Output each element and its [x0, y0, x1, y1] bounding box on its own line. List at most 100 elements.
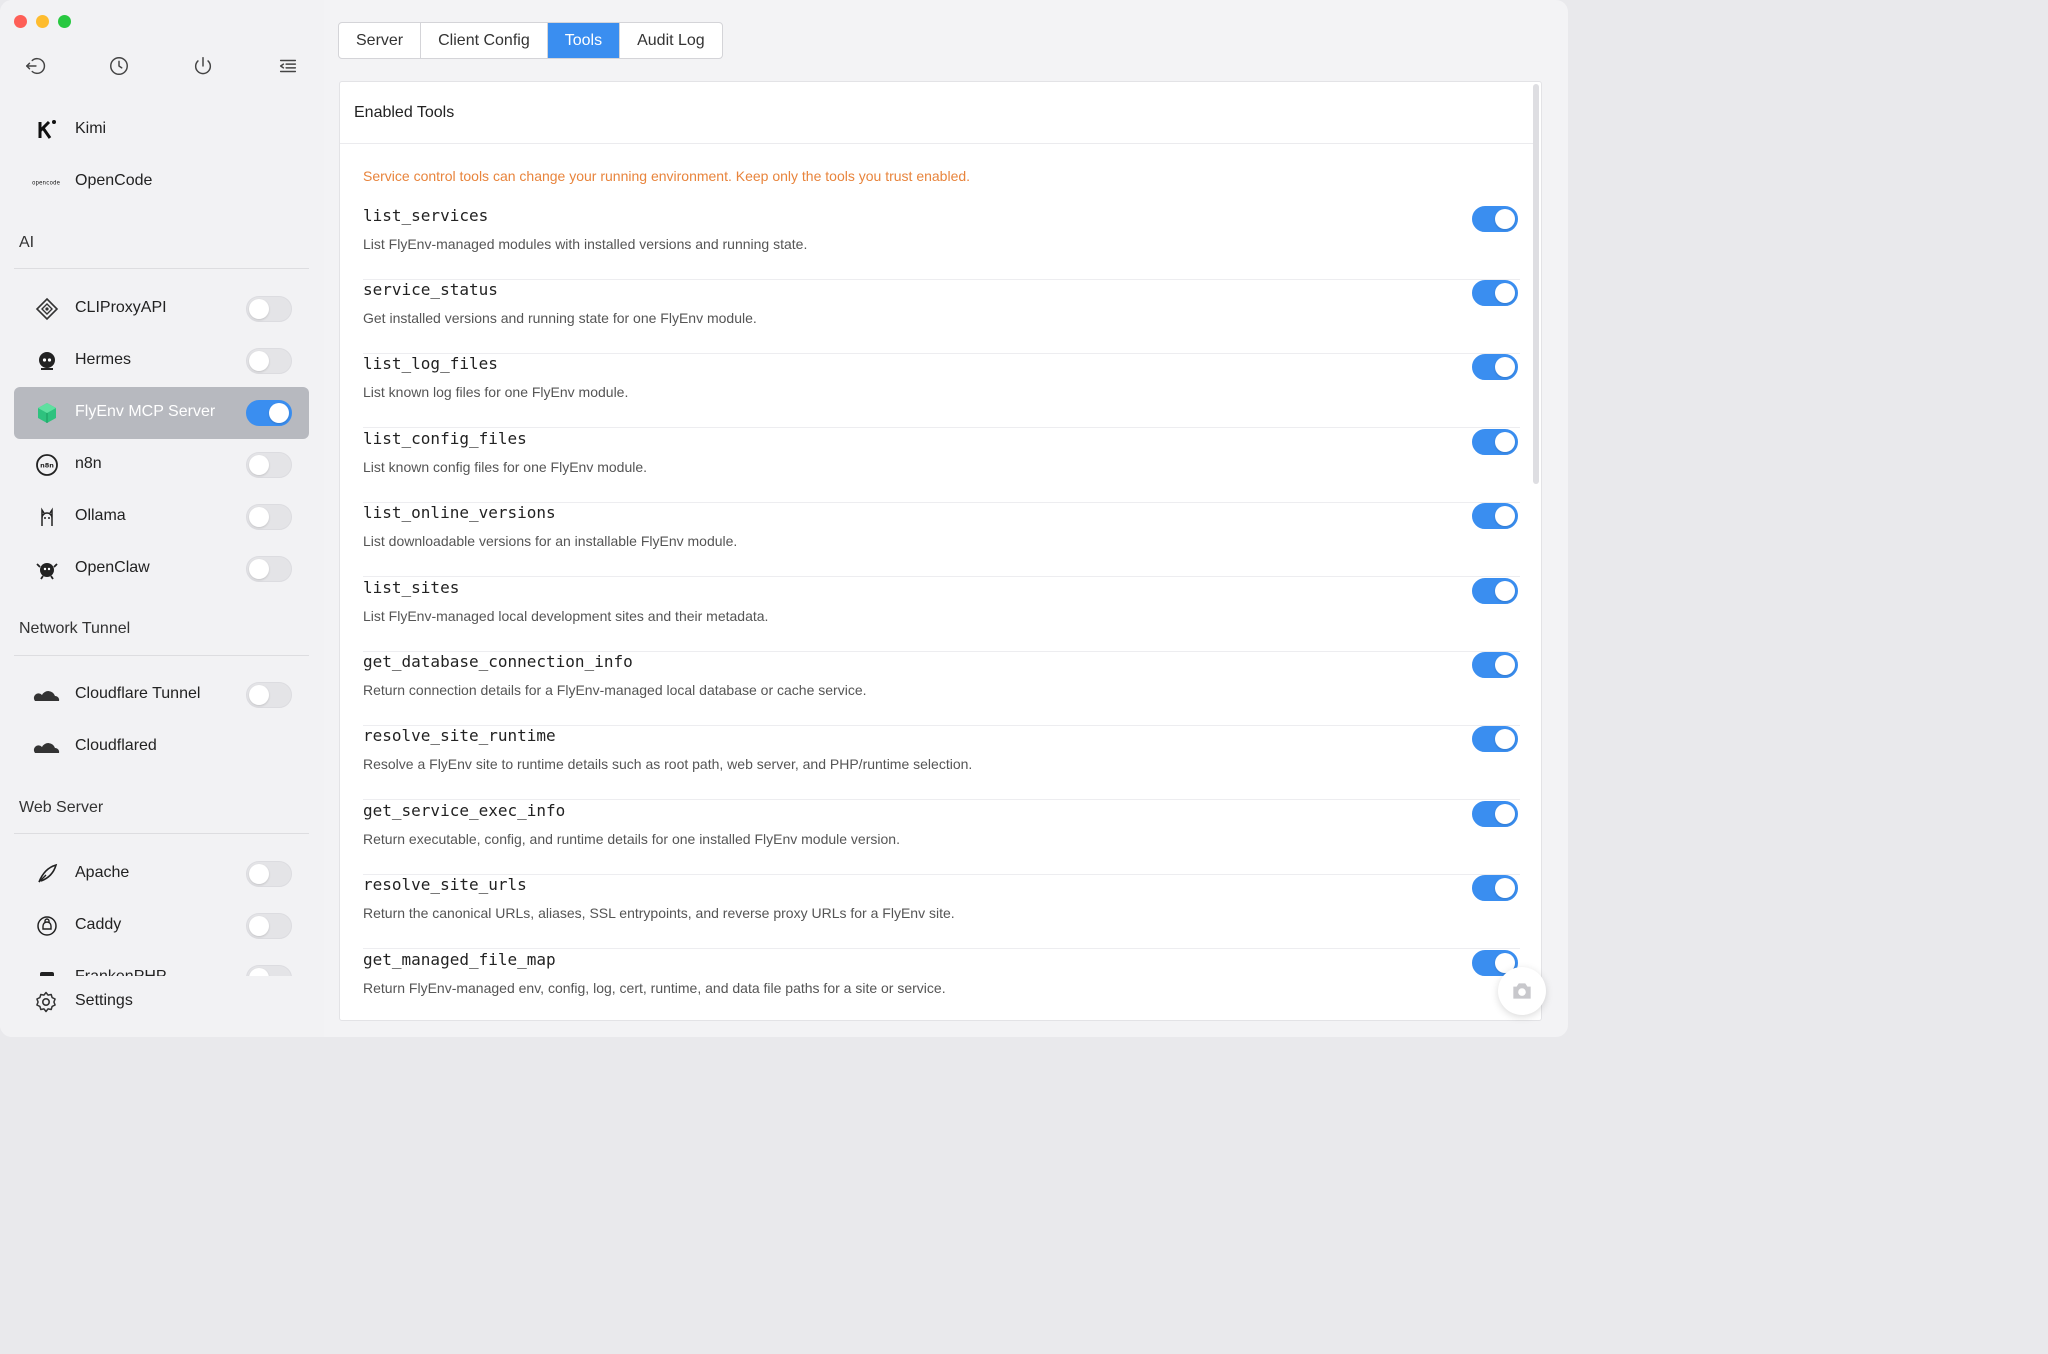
hermes-icon [32, 348, 62, 374]
scrollbar[interactable] [1533, 84, 1539, 484]
tool-row: get_service_exec_info Return executable,… [363, 801, 1520, 875]
tool-name: list_log_files [363, 354, 498, 373]
sidebar-item-label: FlyEnv MCP Server [75, 403, 216, 420]
warning-message: Service control tools can change your ru… [363, 168, 971, 184]
cloudflare-icon [32, 682, 62, 708]
close-window-button[interactable] [14, 15, 27, 28]
sidebar-item-apache[interactable]: Apache [14, 848, 309, 900]
sidebar-item-cloudflare-tunnel[interactable]: Cloudflare Tunnel [14, 669, 309, 721]
sidebar-item-cliproxyapi[interactable]: CLIProxyAPI [14, 283, 309, 335]
tool-description: List FlyEnv-managed local development si… [363, 608, 769, 624]
tool-name: resolve_site_runtime [363, 726, 556, 745]
tool-toggle[interactable] [1472, 726, 1518, 752]
tool-row: list_online_versions List downloadable v… [363, 503, 1520, 577]
tab-audit-log[interactable]: Audit Log [620, 23, 722, 58]
tool-toggle[interactable] [1472, 354, 1518, 380]
section-divider [14, 268, 309, 269]
cloudflare-tunnel-toggle[interactable] [246, 682, 292, 708]
clock-icon[interactable] [105, 52, 133, 80]
section-title-web-server: Web Server [19, 799, 104, 816]
tool-row: list_config_files List known config file… [363, 429, 1520, 503]
flyenv-mcp-server-toggle[interactable] [246, 400, 292, 426]
section-title-ai: AI [19, 234, 35, 251]
sidebar-toolbar [20, 52, 310, 80]
menu-collapse-icon[interactable] [274, 52, 302, 80]
app-window: Kimi opencode OpenCode AI CLIProxyAPI He… [0, 0, 1568, 1037]
traffic-lights [14, 15, 71, 28]
sidebar-item-label: Kimi [75, 120, 107, 137]
tab-client-config[interactable]: Client Config [421, 23, 548, 58]
back-icon[interactable] [21, 52, 49, 80]
tool-toggle[interactable] [1472, 280, 1518, 306]
cloudflare-icon [32, 734, 62, 760]
section-divider [14, 833, 309, 834]
tool-description: Return FlyEnv-managed env, config, log, … [363, 980, 946, 996]
tool-toggle[interactable] [1472, 801, 1518, 827]
tab-server[interactable]: Server [339, 23, 422, 58]
tool-row: list_log_files List known log files for … [363, 354, 1520, 428]
tool-toggle[interactable] [1472, 652, 1518, 678]
camera-icon [1513, 983, 1531, 999]
sidebar-item-n8n[interactable]: n8n n8n [14, 439, 309, 491]
tool-row: get_managed_file_map Return FlyEnv-manag… [363, 950, 1520, 1020]
power-icon[interactable] [189, 52, 217, 80]
tool-description: Resolve a FlyEnv site to runtime details… [363, 756, 973, 772]
tool-name: get_database_connection_info [363, 652, 633, 671]
apache-feather-icon [32, 861, 62, 887]
tool-toggle[interactable] [1472, 578, 1518, 604]
minimize-window-button[interactable] [36, 15, 49, 28]
openclaw-icon [32, 556, 62, 582]
panel-title: Enabled Tools [354, 104, 455, 121]
screenshot-button[interactable] [1498, 967, 1546, 1015]
tool-name: get_managed_file_map [363, 950, 556, 969]
openclaw-toggle[interactable] [246, 556, 292, 582]
tool-name: service_status [363, 280, 498, 299]
tool-toggle[interactable] [1472, 206, 1518, 232]
sidebar-item-openclaw[interactable]: OpenClaw [14, 543, 309, 595]
sidebar-item-label: Hermes [75, 351, 132, 368]
enabled-tools-panel: Enabled Tools Service control tools can … [339, 81, 1542, 1021]
sidebar-item-opencode[interactable]: opencode OpenCode [14, 156, 309, 208]
sidebar-item-label: OpenClaw [75, 559, 150, 576]
cliproxyapi-icon [32, 296, 62, 322]
panel-header: Enabled Tools [340, 82, 1533, 144]
kimi-icon [32, 117, 62, 143]
tool-name: list_config_files [363, 429, 527, 448]
svg-text:n8n: n8n [40, 462, 54, 470]
tool-name: list_sites [363, 578, 460, 597]
tool-name: list_services [363, 206, 489, 225]
sidebar-item-label: CLIProxyAPI [75, 299, 167, 316]
tool-toggle[interactable] [1472, 875, 1518, 901]
sidebar-item-hermes[interactable]: Hermes [14, 335, 309, 387]
tool-name: resolve_site_urls [363, 875, 527, 894]
sidebar-item-kimi[interactable]: Kimi [14, 104, 309, 156]
tool-description: Return the canonical URLs, aliases, SSL … [363, 905, 955, 921]
opencode-icon: opencode [32, 169, 62, 195]
tool-toggle[interactable] [1472, 429, 1518, 455]
section-divider [14, 655, 309, 656]
sidebar-item-flyenv-mcp-server[interactable]: FlyEnv MCP Server [14, 387, 309, 439]
section-title-network-tunnel: Network Tunnel [19, 620, 131, 637]
ollama-icon [32, 504, 62, 530]
mcp-cube-icon [32, 400, 62, 426]
apache-toggle[interactable] [246, 861, 292, 887]
sidebar-item-label: Ollama [75, 507, 126, 524]
caddy-toggle[interactable] [246, 913, 292, 939]
zoom-window-button[interactable] [58, 15, 71, 28]
sidebar-item-cloudflared[interactable]: Cloudflared [14, 721, 309, 773]
settings-button[interactable]: Settings [14, 976, 309, 1028]
tool-row: resolve_site_runtime Resolve a FlyEnv si… [363, 726, 1520, 800]
cliproxyapi-toggle[interactable] [246, 296, 292, 322]
sidebar-item-label: n8n [75, 455, 102, 472]
sidebar-item-label: Caddy [75, 916, 122, 933]
tool-toggle[interactable] [1472, 503, 1518, 529]
n8n-toggle[interactable] [246, 452, 292, 478]
tab-tools[interactable]: Tools [547, 23, 621, 58]
hermes-toggle[interactable] [246, 348, 292, 374]
tool-row: list_sites List FlyEnv-managed local dev… [363, 578, 1520, 652]
sidebar-item-label: Cloudflare Tunnel [75, 685, 201, 702]
ollama-toggle[interactable] [246, 504, 292, 530]
sidebar-item-caddy[interactable]: Caddy [14, 900, 309, 952]
tool-description: Return connection details for a FlyEnv-m… [363, 682, 867, 698]
sidebar-item-ollama[interactable]: Ollama [14, 491, 309, 543]
